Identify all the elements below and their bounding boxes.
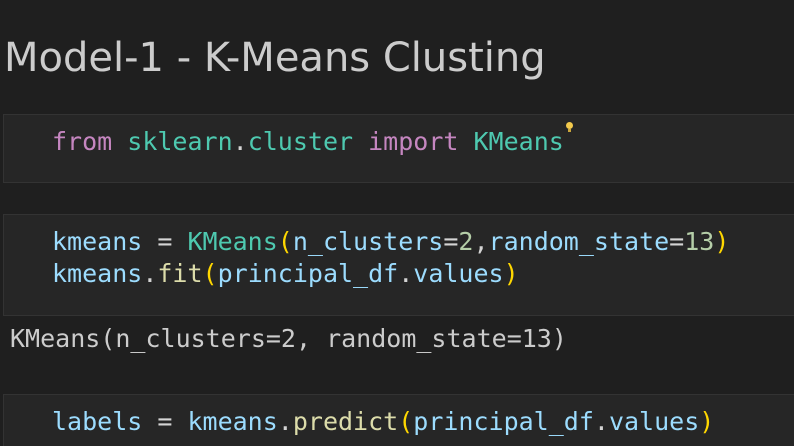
code-line[interactable]: kmeans = KMeans(n_clusters=2,random_stat… [52, 226, 729, 258]
dot: . [142, 259, 158, 288]
close-paren: ) [699, 407, 715, 436]
attribute-values: values [608, 407, 700, 436]
attribute-values: values [413, 259, 504, 288]
number-2: 2 [458, 227, 474, 256]
cell-output: KMeans(n_clusters=2, random_state=13) [10, 324, 567, 353]
comma: , [473, 227, 489, 256]
number-13: 13 [684, 227, 715, 256]
assign-operator: = [142, 227, 188, 256]
variable-principal-df: principal_df [413, 407, 594, 436]
variable-kmeans: kmeans [187, 407, 278, 436]
variable-principal-df: principal_df [217, 259, 399, 288]
class-kmeans: KMeans [473, 127, 564, 156]
open-paren: ( [398, 407, 414, 436]
open-paren: ( [202, 259, 218, 288]
code-cell-predict[interactable]: labels = kmeans.predict(principal_df.val… [3, 394, 794, 446]
code-line[interactable]: labels = kmeans.predict(principal_df.val… [52, 406, 714, 438]
equals: = [669, 227, 685, 256]
param-n-clusters: n_clusters [292, 227, 444, 256]
variable-kmeans: kmeans [52, 259, 143, 288]
close-paren: ) [714, 227, 730, 256]
assign-operator: = [142, 407, 188, 436]
module-sklearn: sklearn [127, 127, 233, 156]
lightbulb-icon[interactable] [565, 122, 573, 136]
variable-kmeans: kmeans [52, 227, 143, 256]
equals: = [443, 227, 459, 256]
class-kmeans: KMeans [187, 227, 278, 256]
module-cluster: cluster [247, 127, 354, 156]
close-paren: ) [503, 259, 519, 288]
method-predict: predict [292, 407, 399, 436]
variable-labels: labels [52, 407, 143, 436]
dot: . [232, 127, 248, 156]
open-paren: ( [277, 227, 293, 256]
dot: . [593, 407, 609, 436]
markdown-heading: Model-1 - K-Means Clusting [4, 35, 546, 81]
code-line[interactable]: kmeans.fit(principal_df.values) [52, 258, 519, 290]
code-cell-fit[interactable]: kmeans = KMeans(n_clusters=2,random_stat… [3, 214, 794, 316]
code-line[interactable]: from sklearn.cluster import KMeans [52, 122, 573, 158]
keyword-from: from [52, 127, 113, 156]
method-fit: fit [157, 259, 203, 288]
code-cell-import[interactable]: from sklearn.cluster import KMeans [3, 114, 794, 183]
dot: . [398, 259, 414, 288]
keyword-import: import [368, 127, 459, 156]
param-random-state: random_state [488, 227, 670, 256]
dot: . [277, 407, 293, 436]
